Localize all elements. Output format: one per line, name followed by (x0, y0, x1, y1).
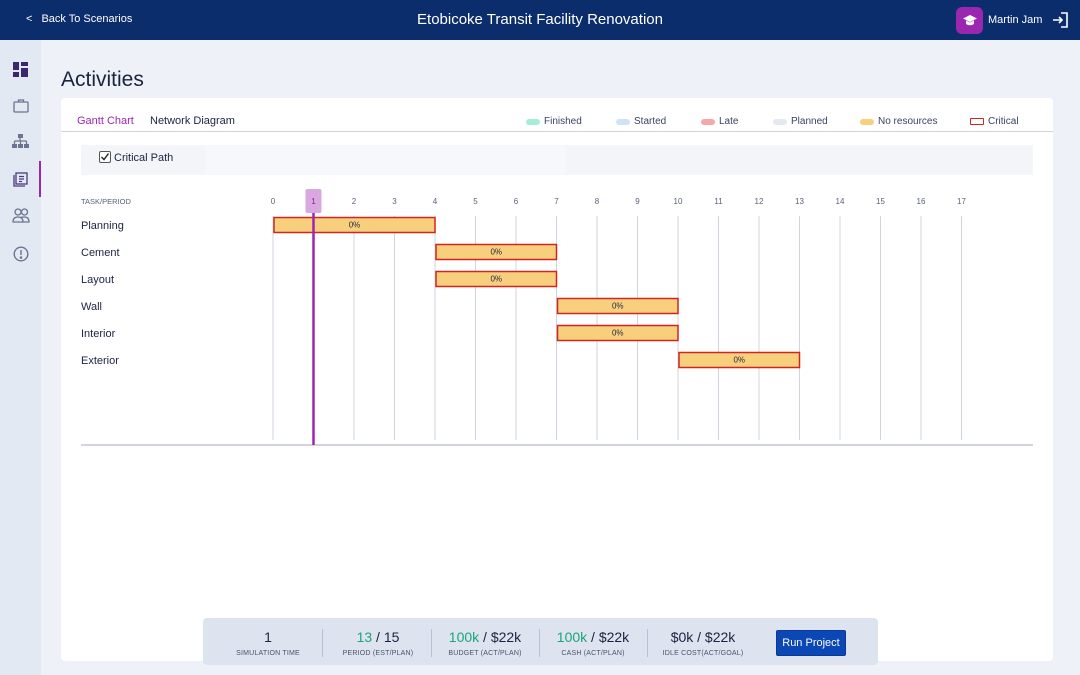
task-name: Wall (81, 301, 102, 313)
period-tick-label: 5 (473, 197, 478, 206)
period-tick-label: 10 (674, 197, 683, 206)
task-name: Planning (81, 220, 124, 232)
period-tick-label: 12 (755, 197, 764, 206)
period-tick-label: 11 (714, 197, 723, 206)
period-tick-label: 0 (271, 197, 276, 206)
stat-value-highlight: 100k (448, 629, 480, 645)
gantt-chart: TASK/PERIOD 0 1 2 3 4 5 6 7 8 9 10 11 12 13 14 15 16 17Pla… (81, 189, 1033, 446)
logout-icon[interactable] (1051, 11, 1069, 29)
stat-divider (539, 629, 540, 657)
task-name: Layout (81, 274, 114, 286)
period-tick-label: 7 (554, 197, 559, 206)
period-tick-label: 17 (957, 197, 966, 206)
period-tick-label: 13 (795, 197, 804, 206)
team-icon (11, 207, 30, 223)
stat-value-highlight: 100k (556, 629, 588, 645)
chevron-left-icon: < (26, 13, 33, 25)
task-progress-label: 0% (612, 302, 624, 311)
sidebar-item-team[interactable] (0, 197, 41, 233)
stat-value: 100k / $22k (435, 629, 535, 645)
top-bar: < Back To Scenarios Etobicoke Transit Fac… (0, 0, 1080, 40)
stat-value-rest: / $22k (479, 629, 522, 645)
activities-card: Gantt Chart Network Diagram Finished Sta… (61, 98, 1053, 661)
stat-value: 1 (264, 629, 272, 645)
period-tick-label: 6 (514, 197, 519, 206)
activities-icon (13, 171, 28, 187)
back-to-scenarios-link[interactable]: < Back To Scenarios (26, 13, 132, 25)
stats-bar: 1 SIMULATION TIME 13 / 15 PERIOD (EST/PL… (203, 618, 878, 665)
period-tick-label: 9 (635, 197, 640, 206)
page-title: Activities (61, 68, 144, 91)
run-project-button[interactable]: Run Project (776, 630, 846, 656)
stat-value-rest: / 15 (372, 629, 400, 645)
stat-divider (647, 629, 648, 657)
stat-value: $0k / $22k (670, 629, 736, 645)
sidebar-item-structure[interactable] (0, 123, 41, 159)
stat-label: IDLE COST(ACT/GOAL) (662, 650, 744, 657)
period-tick-label: 16 (917, 197, 926, 206)
hierarchy-icon (12, 133, 29, 148)
alert-icon (12, 246, 29, 262)
graduation-cap-icon (962, 14, 977, 25)
task-progress-label: 0% (349, 221, 361, 230)
stat-label: CASH (ACT/PLAN) (561, 650, 625, 657)
sidebar-item-activities[interactable] (0, 161, 41, 197)
task-progress-label: 0% (612, 329, 624, 338)
period-tick-label: 8 (595, 197, 600, 206)
briefcase-icon (12, 98, 29, 113)
stat-label: PERIOD (EST/PLAN) (342, 650, 414, 657)
sidebar-item-dashboard[interactable] (0, 51, 41, 87)
stat-label: BUDGET (ACT/PLAN) (448, 650, 522, 657)
task-progress-label: 0% (490, 248, 502, 257)
period-tick-label: 14 (836, 197, 845, 206)
stat-label: SIMULATION TIME (236, 650, 300, 657)
period-tick-label: 3 (392, 197, 397, 206)
stat-divider (322, 629, 323, 657)
dashboard-icon (13, 61, 28, 77)
stat-divider (431, 629, 432, 657)
sidebar-item-portfolio[interactable] (0, 87, 41, 123)
task-name: Exterior (81, 355, 119, 367)
avatar[interactable] (956, 7, 983, 34)
sidebar-item-alerts[interactable] (0, 236, 41, 272)
period-tick-label: 1 (311, 197, 316, 206)
period-tick-label: 2 (352, 197, 357, 206)
period-tick-label: 15 (876, 197, 885, 206)
period-tick-label: 4 (433, 197, 438, 206)
stat-value-highlight: 13 (356, 629, 373, 645)
task-progress-label: 0% (733, 356, 745, 365)
stat-value: 13 / 15 (328, 629, 428, 645)
stat-value-rest: / $22k (587, 629, 630, 645)
stat-value: 100k / $22k (543, 629, 643, 645)
user-name: Martin Jam (988, 14, 1043, 26)
sidebar (0, 40, 41, 675)
task-period-header: TASK/PERIOD (81, 197, 131, 206)
back-label: Back To Scenarios (41, 13, 133, 25)
task-name: Cement (81, 247, 120, 259)
task-progress-label: 0% (490, 275, 502, 284)
task-name: Interior (81, 328, 116, 340)
app-title: Etobicoke Transit Facility Renovation (417, 11, 663, 28)
